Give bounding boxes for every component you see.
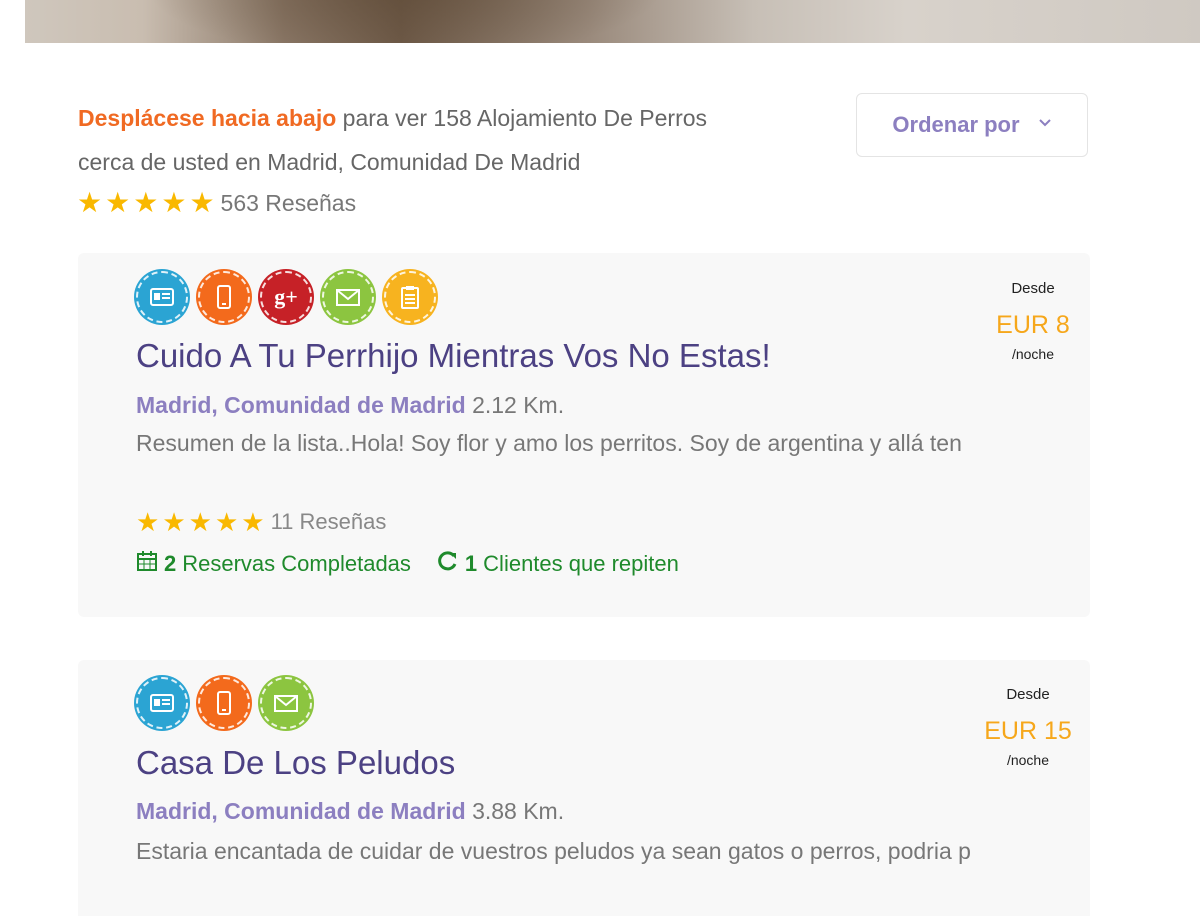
google-plus-icon: g+ [260, 271, 312, 323]
listing-price: Desde EUR 8 /noche [988, 280, 1078, 362]
listing-card[interactable]: g+ Cuido A Tu Perrhijo Mientras Vos No E… [78, 253, 1090, 617]
star-icon: ★ [188, 507, 212, 537]
star-icon: ★ [105, 187, 131, 218]
listing-description: Resumen de la lista..Hola! Soy flor y am… [136, 430, 962, 456]
listing-rating: ★ ★ ★ ★ ★ 11 Reseñas [136, 508, 386, 536]
id-card-icon [136, 677, 188, 729]
hero-image [25, 0, 1200, 43]
listing-distance: 3.88 Km. [472, 798, 565, 824]
listing-title[interactable]: Casa De Los Peludos [136, 744, 455, 782]
sort-dropdown[interactable]: Ordenar por [856, 93, 1088, 157]
star-icon: ★ [133, 187, 159, 218]
star-icon: ★ [189, 187, 215, 218]
listing-city: Madrid, Comunidad de Madrid [136, 392, 466, 418]
listing-location: Madrid, Comunidad de Madrid 3.88 Km. [136, 798, 564, 825]
listing-description: Estaria encantada de cuidar de vuestros … [136, 838, 971, 864]
listing-title[interactable]: Cuido A Tu Perrhijo Mientras Vos No Esta… [136, 337, 771, 375]
overall-reviews-count: 563 Reseñas [220, 189, 357, 216]
price-from-label: Desde [1011, 280, 1055, 297]
star-icon: ★ [162, 507, 186, 537]
listing-stats: 2 Reservas Completadas 1 Clientes que re… [136, 550, 679, 578]
listing-stars: ★ ★ ★ ★ ★ [136, 508, 265, 536]
id-card-icon [136, 271, 188, 323]
star-icon: ★ [161, 187, 187, 218]
star-icon: ★ [77, 187, 103, 218]
repeat-count: 1 [464, 551, 478, 576]
price-amount: EUR 8 [996, 311, 1070, 339]
listing-price: Desde EUR 15 /noche [978, 686, 1078, 768]
overall-rating: ★ ★ ★ ★ ★ 563 Reseñas [77, 189, 356, 217]
price-unit: /noche [1011, 346, 1055, 362]
verification-badges: g+ [136, 271, 436, 323]
completed-bookings: 2 Reservas Completadas [136, 550, 411, 578]
sort-label: Ordenar por [892, 112, 1020, 137]
star-icon: ★ [136, 507, 160, 537]
bookings-count: 2 [164, 551, 177, 576]
price-from-label: Desde [1006, 686, 1050, 703]
calendar-icon [136, 550, 158, 578]
email-icon [322, 271, 374, 323]
repeat-clients: 1 Clientes que repiten [437, 550, 679, 578]
star-icon: ★ [241, 507, 265, 537]
listing-card[interactable]: Casa De Los Peludos Madrid, Comunidad de… [78, 660, 1090, 916]
phone-icon [198, 677, 250, 729]
email-icon [260, 677, 312, 729]
listing-reviews-count: 11 Reseñas [270, 509, 387, 534]
price-amount: EUR 15 [984, 717, 1072, 745]
clipboard-icon [384, 271, 436, 323]
results-intro: Desplácese hacia abajo para ver 158 Aloj… [78, 96, 738, 184]
listing-distance: 2.12 Km. [472, 392, 565, 418]
chevron-down-icon [1038, 115, 1052, 133]
verification-badges [136, 677, 312, 729]
refresh-icon [437, 550, 459, 578]
repeat-label: Clientes que repiten [483, 551, 679, 576]
scroll-hint: Desplácese hacia abajo [78, 105, 337, 131]
bookings-label: Reservas Completadas [182, 551, 411, 576]
overall-stars: ★ ★ ★ ★ ★ [77, 189, 215, 217]
listing-city: Madrid, Comunidad de Madrid [136, 798, 466, 824]
price-unit: /noche [1006, 752, 1050, 768]
phone-icon [198, 271, 250, 323]
star-icon: ★ [214, 507, 239, 537]
listing-location: Madrid, Comunidad de Madrid 2.12 Km. [136, 392, 564, 419]
